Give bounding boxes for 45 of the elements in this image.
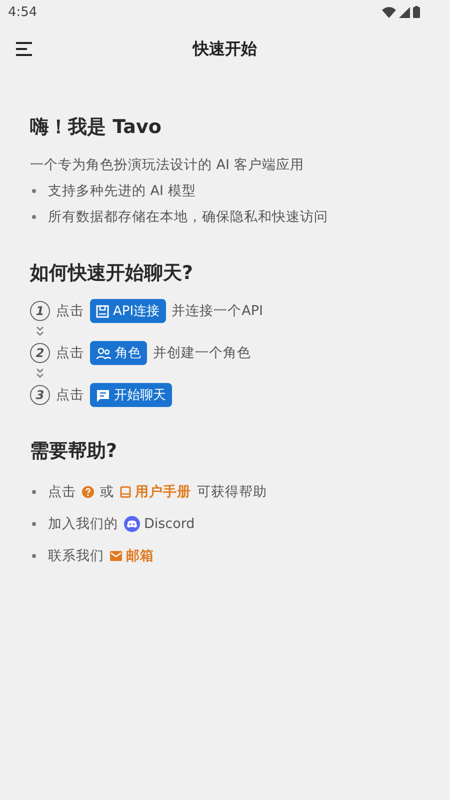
help-icon[interactable] (82, 486, 94, 498)
help-text: 联系我们 (48, 547, 104, 565)
wifi-icon (382, 6, 396, 18)
feature-text: 所有数据都存储在本地，确保隐私和快速访问 (48, 208, 328, 226)
step-text: 点击 (56, 302, 84, 320)
step-number: 3 (30, 385, 50, 405)
help-text: 可获得帮助 (197, 483, 267, 501)
book-icon (120, 486, 131, 498)
down-arrow-icon (36, 326, 44, 338)
feature-text: 支持多种先进的 AI 模型 (48, 182, 196, 200)
step-text: 点击 (56, 344, 84, 362)
signal-icon (399, 6, 410, 18)
steps-heading: 如何快速开始聊天? (30, 261, 194, 286)
step-text: 并连接一个API (172, 302, 263, 320)
step-text: 并创建一个角色 (153, 344, 251, 362)
discord-link[interactable]: Discord (124, 516, 195, 532)
intro-description: 一个专为角色扮演玩法设计的 AI 客户端应用 (30, 156, 305, 175)
help-text: 点击 (48, 483, 76, 501)
bullet-dot (32, 189, 36, 193)
email-link[interactable]: 邮箱 (110, 547, 154, 565)
save-icon (96, 304, 109, 318)
intro-heading: 嗨！我是 Tavo (30, 115, 162, 140)
user-manual-link[interactable]: 用户手册 (120, 483, 191, 501)
step-button[interactable]: API连接 (90, 299, 166, 323)
menu-icon (15, 42, 33, 56)
down-arrow-icon (36, 368, 44, 380)
discord-icon (124, 516, 140, 532)
bullet-dot (32, 215, 36, 219)
mail-icon (110, 551, 122, 561)
bullet-dot (32, 554, 36, 558)
step-number: 2 (30, 343, 50, 363)
help-text: 或 (100, 483, 114, 501)
battery-icon (413, 6, 420, 18)
step-button[interactable]: 角色 (90, 341, 147, 365)
help-heading: 需要帮助? (30, 439, 118, 464)
bullet-dot (32, 490, 36, 494)
bullet-dot (32, 522, 36, 526)
step-number: 1 (30, 301, 50, 321)
page-title: 快速开始 (193, 38, 257, 60)
help-text: 加入我们的 (48, 515, 118, 533)
chat-icon (96, 388, 110, 402)
people-icon (96, 346, 111, 360)
step-button[interactable]: 开始聊天 (90, 383, 172, 407)
step-text: 点击 (56, 386, 84, 404)
status-time: 4:54 (8, 4, 38, 20)
